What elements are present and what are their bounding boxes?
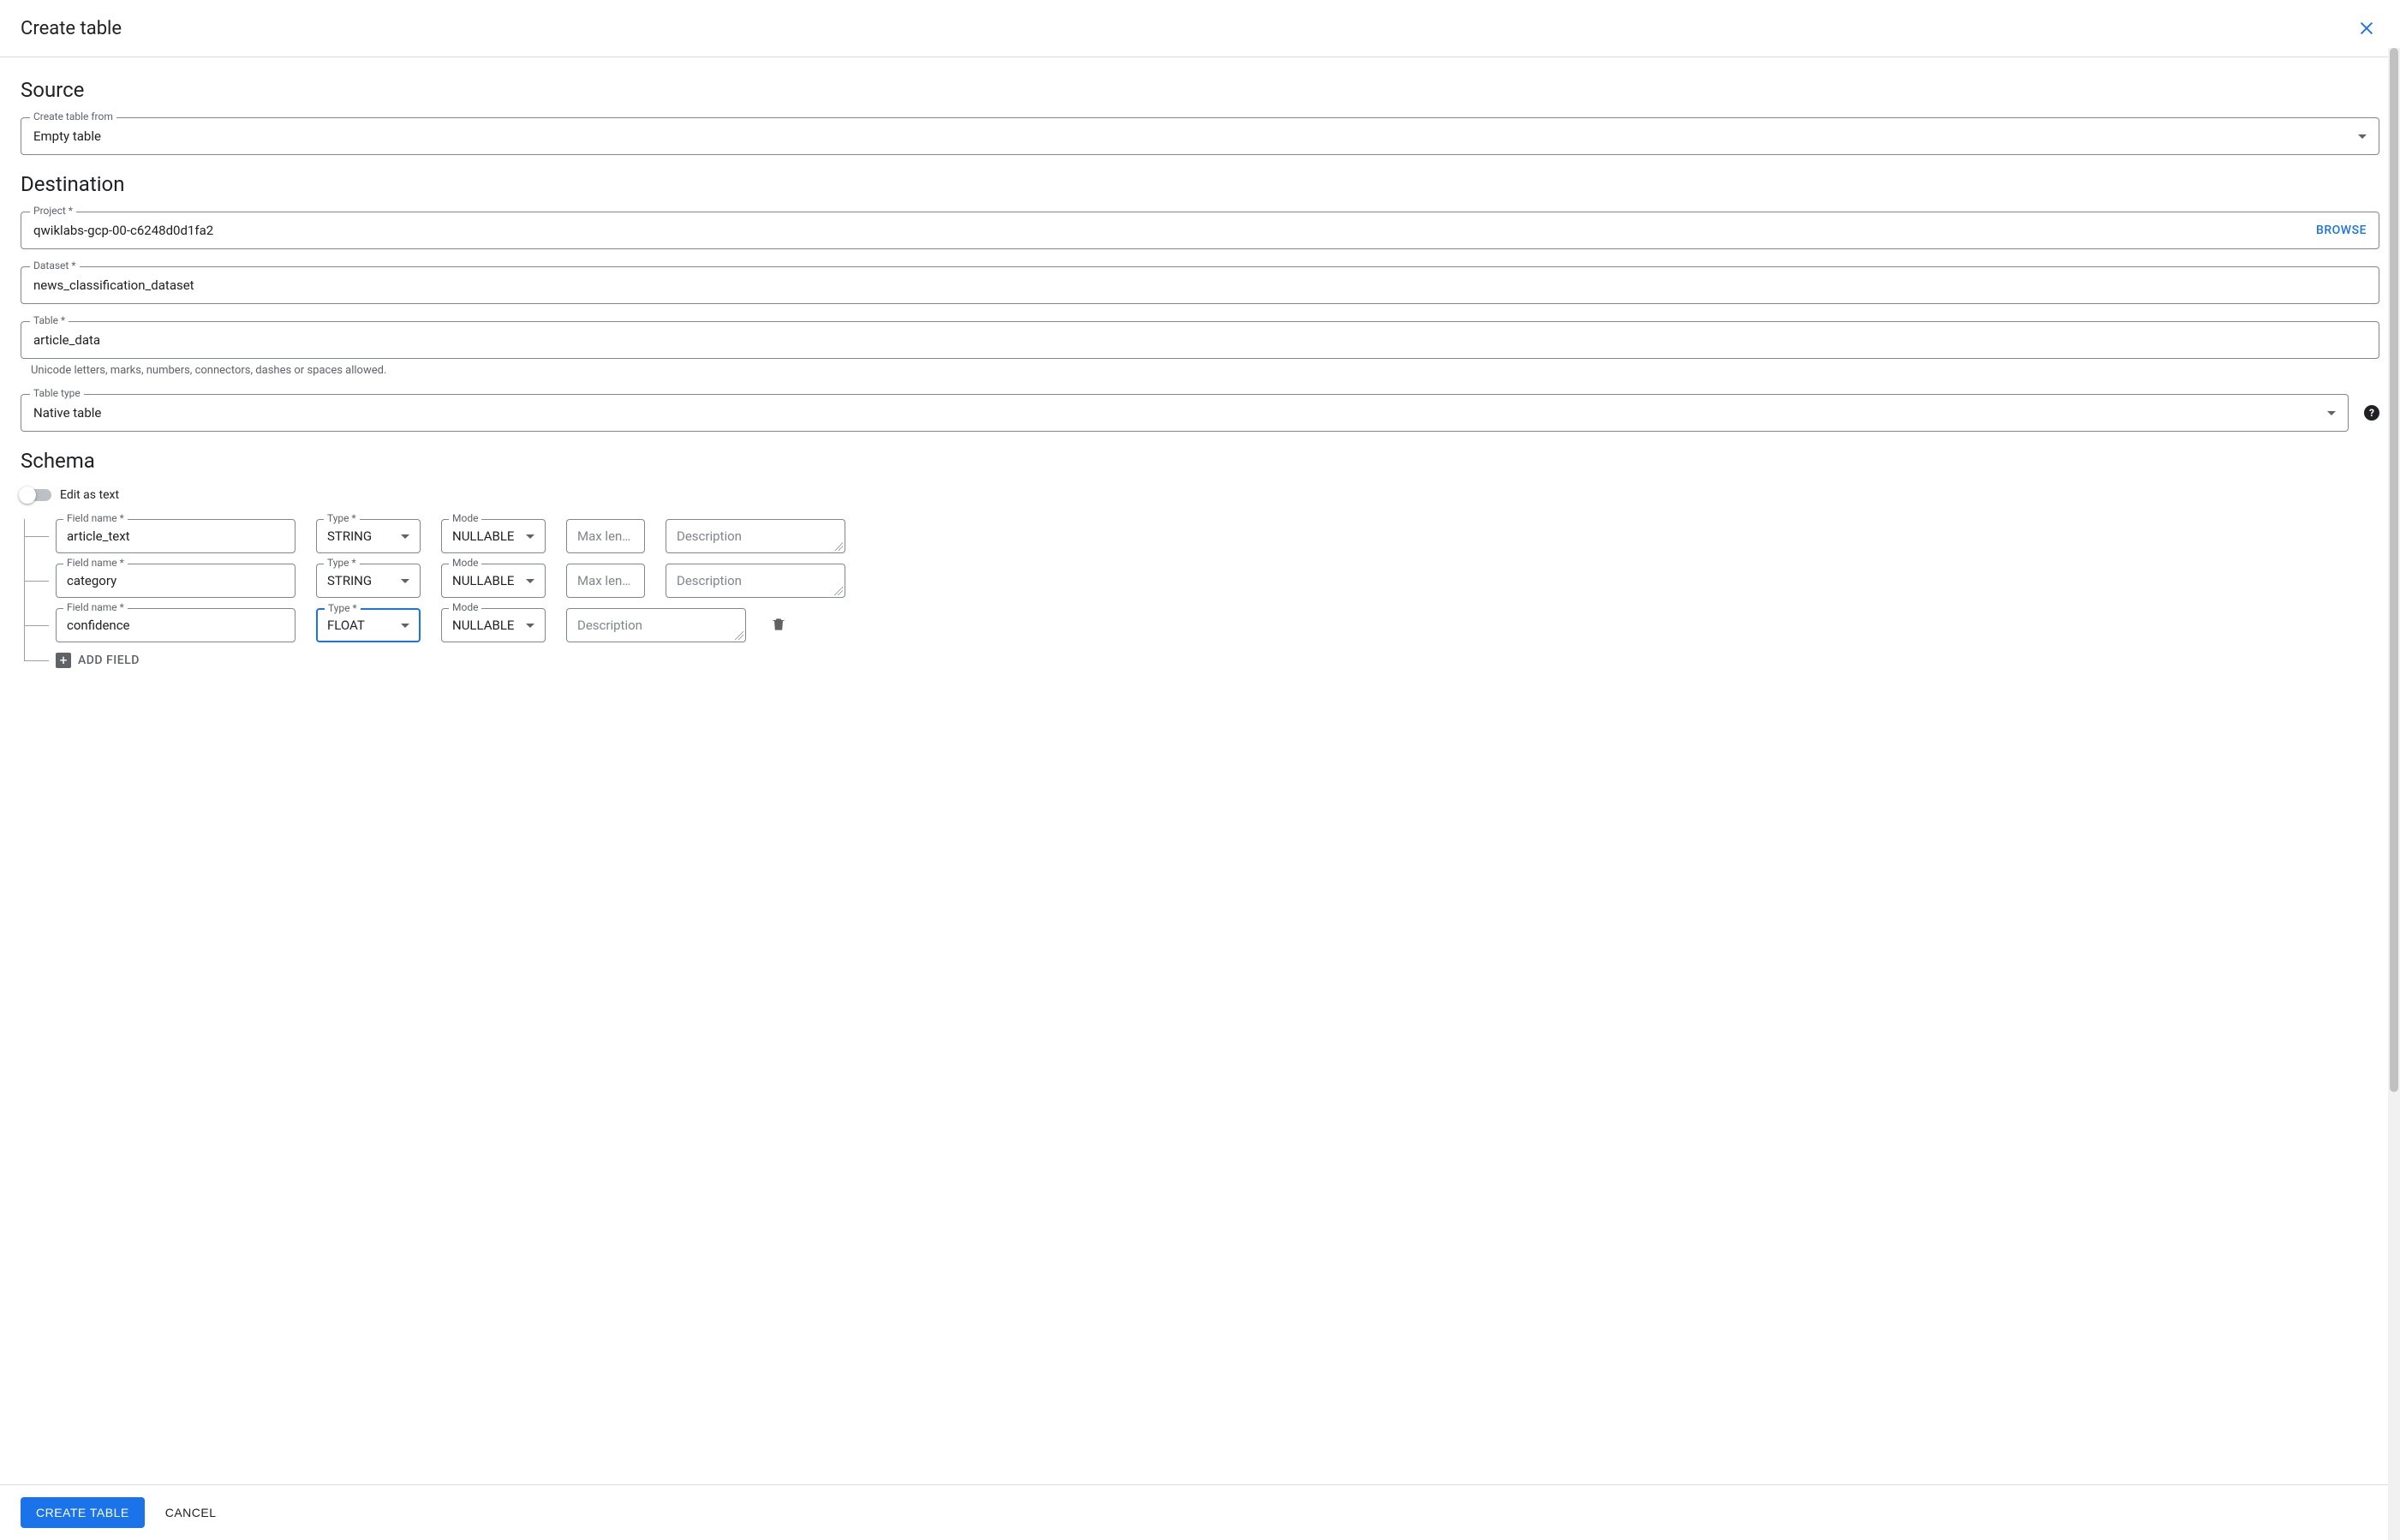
field-mode-value: NULLABLE [452, 573, 526, 588]
field-maxlen-input-wrap[interactable] [566, 564, 645, 598]
schema-row: Field name TypeFLOAT ModeNULLABLE [25, 608, 2379, 642]
field-mode-select[interactable]: ModeNULLABLE [441, 564, 546, 598]
edit-as-text-toggle[interactable] [21, 489, 51, 501]
resize-handle-icon[interactable] [735, 631, 743, 640]
table-field[interactable]: Table [21, 321, 2379, 359]
create-table-from-value: Empty table [33, 128, 2348, 144]
add-field-label: ADD FIELD [78, 654, 140, 667]
field-name-label: Field name [63, 601, 128, 613]
field-description-input-wrap[interactable] [666, 519, 845, 553]
chevron-down-icon [526, 624, 534, 628]
scrollbar[interactable] [2388, 48, 2400, 1540]
schema-header: Schema [21, 449, 2379, 473]
project-field[interactable]: Project qwiklabs-gcp-00-c6248d0d1fa2 BRO… [21, 212, 2379, 249]
field-type-label: Type [324, 557, 360, 569]
chevron-down-icon [526, 534, 534, 539]
project-label: Project [30, 205, 76, 217]
trash-icon [770, 616, 787, 633]
schema-row: Field name TypeSTRING ModeNULLABLE [25, 564, 2379, 598]
schema-row: Field name TypeSTRING ModeNULLABLE [25, 519, 2379, 553]
resize-handle-icon[interactable] [834, 587, 843, 595]
field-description-input-wrap[interactable] [566, 608, 746, 642]
field-mode-select[interactable]: ModeNULLABLE [441, 519, 546, 553]
table-type-label: Table type [30, 387, 84, 399]
create-table-button[interactable]: CREATE TABLE [21, 1497, 145, 1528]
chevron-down-icon [2327, 411, 2336, 415]
add-field-button[interactable]: + ADD FIELD [25, 653, 2379, 668]
delete-field-button[interactable] [767, 612, 791, 639]
modal-footer: CREATE TABLE CANCEL [0, 1484, 2400, 1540]
field-type-value: FLOAT [327, 618, 401, 633]
chevron-down-icon [401, 534, 409, 539]
field-mode-label: Mode [449, 601, 481, 613]
project-value: qwiklabs-gcp-00-c6248d0d1fa2 [33, 223, 2306, 238]
field-mode-value: NULLABLE [452, 528, 526, 544]
table-hint: Unicode letters, marks, numbers, connect… [21, 364, 2379, 377]
create-table-from-select[interactable]: Create table from Empty table [21, 117, 2379, 155]
table-type-value: Native table [33, 405, 2317, 421]
edit-as-text-label: Edit as text [60, 488, 119, 502]
field-name-input[interactable] [67, 573, 284, 588]
cancel-button[interactable]: CANCEL [165, 1506, 217, 1519]
field-description-input[interactable] [577, 618, 735, 633]
modal-title: Create table [21, 18, 122, 39]
close-button[interactable] [2354, 15, 2379, 41]
chevron-down-icon [526, 579, 534, 583]
chevron-down-icon [2358, 134, 2367, 139]
field-mode-label: Mode [449, 557, 481, 569]
field-description-input[interactable] [677, 528, 834, 544]
chevron-down-icon [401, 579, 409, 583]
field-name-label: Field name [63, 512, 128, 524]
field-type-value: STRING [327, 573, 401, 588]
field-maxlen-input[interactable] [577, 573, 634, 588]
dataset-value: news_classification_dataset [33, 278, 2367, 293]
edit-as-text-row: Edit as text [21, 488, 2379, 502]
field-name-input[interactable] [67, 528, 284, 544]
field-type-label: Type [325, 602, 361, 614]
modal-header: Create table [0, 0, 2400, 57]
field-name-label: Field name [63, 557, 128, 569]
field-type-select[interactable]: TypeFLOAT [316, 608, 421, 642]
field-mode-label: Mode [449, 512, 481, 524]
table-type-select[interactable]: Table type Native table [21, 394, 2349, 432]
schema-fields: Field nameTypeSTRINGModeNULLABLEField na… [21, 519, 2379, 668]
source-header: Source [21, 78, 2379, 102]
scrollbar-thumb[interactable] [2390, 48, 2398, 1092]
field-mode-value: NULLABLE [452, 618, 526, 633]
field-name-input-wrap[interactable]: Field name [56, 519, 296, 553]
help-icon[interactable]: ? [2364, 405, 2379, 421]
dataset-label: Dataset [30, 260, 80, 272]
destination-header: Destination [21, 172, 2379, 196]
table-input[interactable] [33, 332, 2367, 348]
field-type-label: Type [324, 512, 360, 524]
dataset-field[interactable]: Dataset news_classification_dataset [21, 266, 2379, 304]
create-table-modal: Create table Source Create table from Em… [0, 0, 2400, 1540]
field-name-input-wrap[interactable]: Field name [56, 608, 296, 642]
resize-handle-icon[interactable] [834, 542, 843, 551]
table-label: Table [30, 314, 69, 326]
field-type-select[interactable]: TypeSTRING [316, 564, 421, 598]
field-description-input-wrap[interactable] [666, 564, 845, 598]
browse-button[interactable]: BROWSE [2316, 224, 2367, 237]
field-mode-select[interactable]: ModeNULLABLE [441, 608, 546, 642]
close-icon [2357, 19, 2376, 38]
create-table-from-label: Create table from [30, 110, 116, 122]
modal-body: Source Create table from Empty table Des… [0, 57, 2400, 1484]
plus-icon: + [56, 653, 71, 668]
field-type-value: STRING [327, 528, 401, 544]
field-name-input-wrap[interactable]: Field name [56, 564, 296, 598]
field-maxlen-input-wrap[interactable] [566, 519, 645, 553]
field-description-input[interactable] [677, 573, 834, 588]
field-maxlen-input[interactable] [577, 528, 634, 544]
chevron-down-icon [401, 624, 409, 628]
field-name-input[interactable] [67, 618, 284, 633]
field-type-select[interactable]: TypeSTRING [316, 519, 421, 553]
